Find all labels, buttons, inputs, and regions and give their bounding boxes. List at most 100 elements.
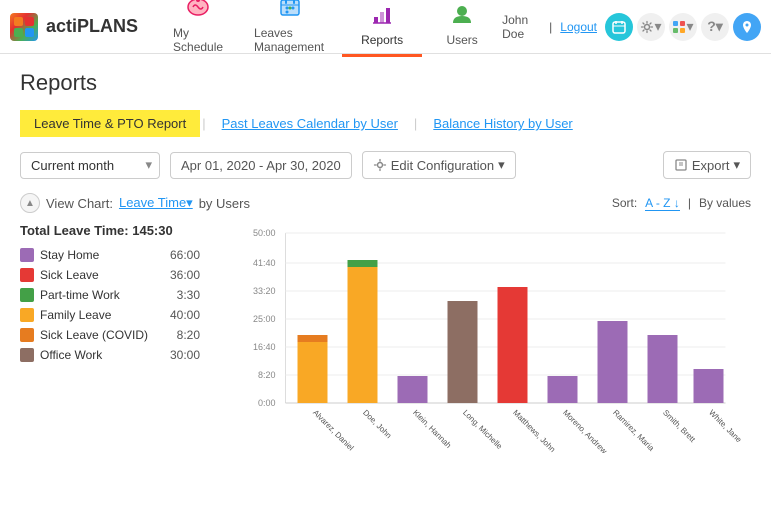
nav-item-reports[interactable]: Reports (342, 0, 422, 57)
logo: actiPLANS (10, 13, 138, 41)
chart-type-link[interactable]: Leave Time▾ (119, 195, 193, 211)
date-range: Apr 01, 2020 - Apr 30, 2020 (170, 152, 352, 179)
legend-item-office-work: Office Work 30:00 (20, 348, 200, 362)
legend-item-part-time: Part-time Work 3:30 (20, 288, 200, 302)
tab-leave-pto[interactable]: Leave Time & PTO Report (20, 110, 200, 137)
reports-label: Reports (361, 33, 403, 47)
leaves-label: Leaves Management (254, 26, 326, 54)
page-title: Reports (20, 70, 751, 96)
chart-title-row: ▲ View Chart: Leave Time▾ by Users (20, 193, 250, 213)
label-doe: Doe, John (361, 408, 393, 440)
bar-doe-family (348, 267, 378, 403)
svg-text:41:40: 41:40 (253, 258, 276, 268)
filter-row: Current month Last month Custom range ▾ … (20, 151, 751, 179)
legend-item-family-leave: Family Leave 40:00 (20, 308, 200, 322)
legend-item-sick-covid: Sick Leave (COVID) 8:20 (20, 328, 200, 342)
office-work-name: Office Work (40, 348, 159, 362)
legend-item-stay-home: Stay Home 66:00 (20, 248, 200, 262)
export-button[interactable]: Export ▾ (663, 151, 751, 179)
svg-text:16:40: 16:40 (253, 342, 276, 352)
reports-icon (370, 3, 394, 31)
bar-long-office (448, 301, 478, 403)
office-work-color (20, 348, 34, 362)
stay-home-name: Stay Home (40, 248, 159, 262)
calendar-tool-btn[interactable] (605, 13, 633, 41)
label-long: Long, Michelle (461, 408, 504, 451)
svg-text:0:00: 0:00 (258, 398, 276, 408)
users-icon (448, 3, 476, 31)
sick-covid-color (20, 328, 34, 342)
gear-tool-btn[interactable]: ▾ (637, 13, 665, 41)
schedule-label: My Schedule (173, 26, 223, 54)
gear-icon (373, 158, 387, 172)
part-time-name: Part-time Work (40, 288, 159, 302)
label-smith: Smith, Brett (661, 408, 697, 444)
bar-chart-wrap: 0:00 8:20 16:40 25:00 33:20 41:40 50:00 (220, 223, 751, 456)
edit-config-label: Edit Configuration (391, 158, 494, 173)
nav-item-schedule[interactable]: My Schedule (158, 0, 238, 57)
tab-sep-1: | (202, 116, 205, 131)
bar-matthews-sick (498, 287, 528, 403)
family-leave-value: 40:00 (165, 308, 200, 322)
stay-home-color (20, 248, 34, 262)
label-klein: Klein, Hannah (411, 408, 453, 450)
collapse-icon: ▲ (25, 198, 35, 209)
sick-covid-value: 8:20 (165, 328, 200, 342)
sort-sep: | (688, 196, 691, 210)
tab-past-leaves[interactable]: Past Leaves Calendar by User (208, 110, 412, 137)
office-work-value: 30:00 (165, 348, 200, 362)
tab-sep-2: | (414, 116, 417, 131)
legend: Total Leave Time: 145:30 Stay Home 66:00… (20, 223, 200, 456)
sort-label: Sort: (612, 196, 637, 210)
separator: | (549, 20, 552, 34)
by-label: by Users (199, 196, 250, 211)
label-moreno: Moreno, Andrew (561, 408, 609, 453)
header: actiPLANS My Schedule (0, 0, 771, 54)
puzzle-tool-btn[interactable]: ▾ (669, 13, 697, 41)
period-select-wrap: Current month Last month Custom range ▾ (20, 152, 160, 179)
sort-row: Sort: A - Z ↓ | By values (612, 196, 751, 211)
label-white: White, Jane (707, 408, 744, 445)
edit-config-arrow: ▾ (498, 157, 505, 173)
bar-doe-part (348, 260, 378, 267)
sick-covid-name: Sick Leave (COVID) (40, 328, 159, 342)
collapse-button[interactable]: ▲ (20, 193, 40, 213)
app-name: actiPLANS (46, 16, 138, 37)
sick-leave-value: 36:00 (165, 268, 200, 282)
help-tool-btn[interactable]: ?▾ (701, 13, 729, 41)
stay-home-value: 66:00 (165, 248, 200, 262)
edit-config-button[interactable]: Edit Configuration ▾ (362, 151, 516, 179)
user-name: John Doe (502, 13, 541, 41)
sort-values-button[interactable]: By values (699, 196, 751, 210)
family-leave-name: Family Leave (40, 308, 159, 322)
legend-title: Total Leave Time: 145:30 (20, 223, 200, 238)
label-ramirez: Ramirez, Maria (611, 408, 656, 453)
export-arrow: ▾ (733, 157, 740, 173)
logout-link[interactable]: Logout (560, 20, 597, 34)
view-label: View Chart: (46, 196, 113, 211)
bar-alvarez-covid (298, 335, 328, 342)
export-icon (674, 158, 688, 172)
tab-balance-history[interactable]: Balance History by User (419, 110, 586, 137)
part-time-value: 3:30 (165, 288, 200, 302)
sort-az-button[interactable]: A - Z ↓ (645, 196, 680, 211)
header-right: John Doe | Logout ▾ ▾ ?▾ (502, 13, 761, 41)
period-select[interactable]: Current month Last month Custom range (20, 152, 160, 179)
bar-alvarez-family (298, 342, 328, 403)
label-alvarez: Alvarez, Daniel (311, 408, 356, 453)
bar-white-stayhome (694, 369, 724, 403)
bar-chart: 0:00 8:20 16:40 25:00 33:20 41:40 50:00 (220, 223, 751, 453)
main-nav: My Schedule Leaves Management (158, 0, 502, 57)
svg-text:25:00: 25:00 (253, 314, 276, 324)
sick-leave-name: Sick Leave (40, 268, 159, 282)
location-tool-btn[interactable] (733, 13, 761, 41)
chart-area: Total Leave Time: 145:30 Stay Home 66:00… (20, 223, 751, 456)
logo-icon (10, 13, 38, 41)
leaves-icon (278, 0, 302, 24)
nav-item-leaves[interactable]: Leaves Management (238, 0, 342, 57)
nav-item-users[interactable]: Users (422, 0, 502, 57)
bar-ramirez-stayhome (598, 321, 628, 403)
svg-text:33:20: 33:20 (253, 286, 276, 296)
legend-item-sick-leave: Sick Leave 36:00 (20, 268, 200, 282)
bar-klein-stayhome (398, 376, 428, 403)
